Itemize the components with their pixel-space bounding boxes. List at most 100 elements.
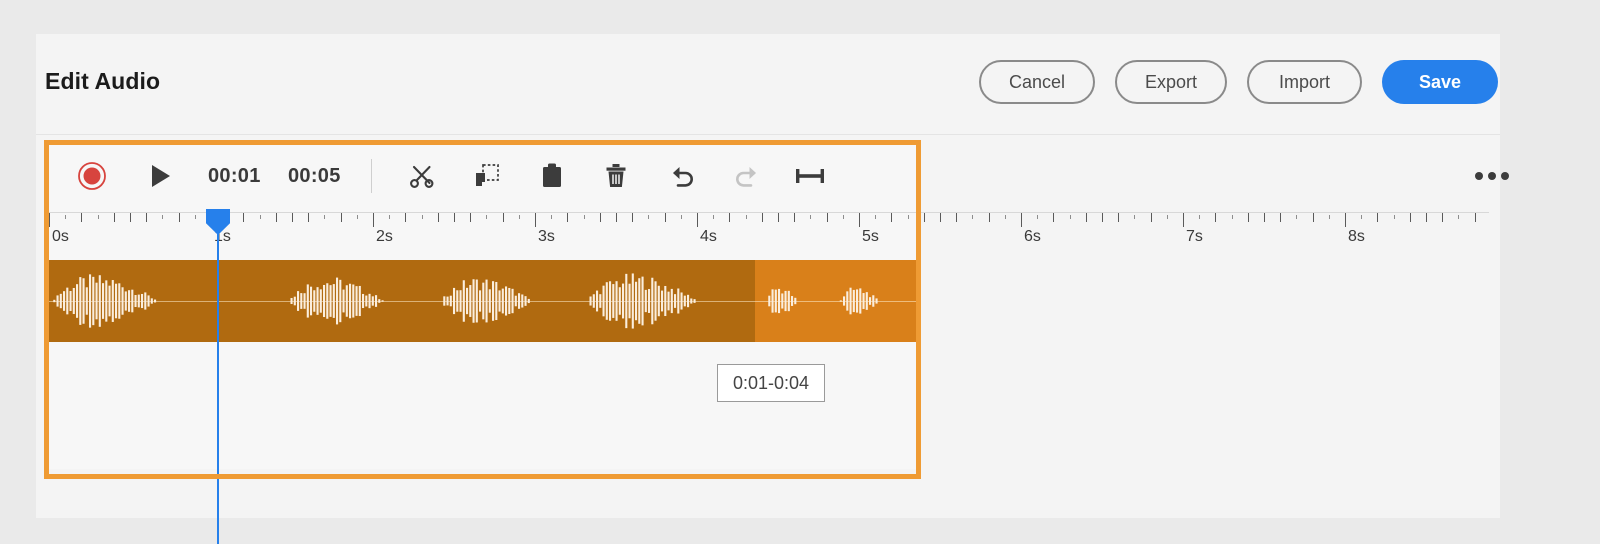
ruler-tick-major <box>1021 213 1022 227</box>
time-ruler[interactable]: 0s 1s 2s 3s 4s 5s 6s 7s 8s <box>49 212 1489 259</box>
ruler-tick-minor <box>340 213 342 222</box>
audio-editor: 00:01 00:05 0s 1s 2s 3s 4s 5s 6s 7s 8s 0… <box>36 135 1509 544</box>
toolbar-divider <box>371 159 372 193</box>
ruler-tick-minor <box>1458 215 1460 219</box>
cut-button[interactable] <box>401 140 443 212</box>
audio-clip[interactable] <box>49 260 921 342</box>
ruler-label: 5s <box>862 228 879 245</box>
scissors-icon <box>410 165 434 188</box>
current-time-label: 00:01 <box>208 164 261 187</box>
total-time-label: 00:05 <box>288 164 341 187</box>
ruler-tick-minor <box>1280 213 1282 222</box>
ruler-tick-minor <box>1247 213 1249 222</box>
ruler-label: 6s <box>1024 228 1041 245</box>
play-icon <box>152 165 170 187</box>
ruler-label: 0s <box>52 228 69 245</box>
editor-toolbar: 00:01 00:05 <box>49 140 1509 212</box>
ruler-tick-minor <box>1118 213 1120 222</box>
delete-button[interactable] <box>595 140 637 212</box>
waveform-graphic <box>53 273 878 329</box>
ruler-tick-minor <box>972 215 974 219</box>
ruler-tick-minor <box>178 213 180 222</box>
more-button[interactable] <box>1471 140 1513 212</box>
ruler-tick-minor <box>567 213 569 222</box>
selection-range-tooltip: 0:01-0:04 <box>717 364 825 402</box>
ruler-tick-minor <box>405 213 407 222</box>
ruler-tick-minor <box>956 213 958 222</box>
ruler-tick-minor <box>842 215 844 219</box>
ruler-label: 4s <box>700 228 717 245</box>
ruler-tick-minor <box>1361 215 1363 219</box>
ruler-tick-minor <box>146 213 148 222</box>
ruler-tick-minor <box>1037 215 1039 219</box>
ruler-tick-minor <box>97 215 99 219</box>
ruler-tick-minor <box>632 213 634 222</box>
ruler-tick-minor <box>1296 215 1298 219</box>
ruler-tick-minor <box>1085 213 1087 222</box>
ruler-tick-minor <box>794 213 796 222</box>
ruler-tick-minor <box>113 213 115 222</box>
ruler-tick-minor <box>1069 215 1071 219</box>
ruler-tick-minor <box>1409 213 1411 222</box>
ruler-tick-minor <box>292 213 293 222</box>
ruler-tick-minor <box>778 213 779 222</box>
ruler-tick-minor <box>1393 215 1395 219</box>
ruler-tick-minor <box>826 213 828 222</box>
export-button[interactable]: Export <box>1115 60 1227 104</box>
redo-icon <box>736 167 756 187</box>
ruler-tick-minor <box>891 213 893 222</box>
ruler-tick-minor <box>1426 213 1427 222</box>
ruler-tick-minor <box>454 213 455 222</box>
trash-icon <box>606 164 626 187</box>
ruler-tick-minor <box>502 213 504 222</box>
ruler-tick-minor <box>243 213 245 222</box>
ruler-tick-minor <box>1004 215 1006 219</box>
ruler-tick-minor <box>324 215 326 219</box>
waveform-track[interactable] <box>49 260 1489 342</box>
ruler-tick-minor <box>1134 215 1136 219</box>
panel-header: Edit Audio Cancel Export Import Save <box>36 34 1500 135</box>
undo-button[interactable] <box>660 140 704 212</box>
ruler-tick-minor <box>1199 215 1201 219</box>
ruler-tick-minor <box>486 215 488 219</box>
cancel-button[interactable]: Cancel <box>979 60 1095 104</box>
ruler-tick-major <box>1183 213 1184 227</box>
ruler-tick-major <box>49 213 50 227</box>
ruler-tick-minor <box>518 215 520 219</box>
ruler-tick-major <box>1345 213 1346 227</box>
ruler-tick-minor <box>1150 213 1152 222</box>
header-actions: Cancel Export Import Save <box>979 60 1498 104</box>
range-button[interactable] <box>787 140 833 212</box>
ruler-tick-minor <box>713 215 715 219</box>
ruler-tick-minor <box>988 213 990 222</box>
ruler-tick-minor <box>680 215 682 219</box>
save-button[interactable]: Save <box>1382 60 1498 104</box>
ruler-tick-minor <box>1166 215 1168 219</box>
import-button[interactable]: Import <box>1247 60 1362 104</box>
paste-button[interactable] <box>531 140 573 212</box>
ruler-tick-minor <box>1328 215 1330 219</box>
edit-audio-panel: Edit Audio Cancel Export Import Save 00:… <box>36 34 1509 544</box>
playhead[interactable] <box>206 209 230 544</box>
record-icon <box>78 162 106 190</box>
ruler-tick-minor <box>259 215 261 219</box>
ruler-tick-minor <box>1264 213 1265 222</box>
ruler-tick-major <box>859 213 860 227</box>
ruler-tick-minor <box>1377 213 1379 222</box>
ruler-tick-minor <box>162 215 164 219</box>
record-button[interactable] <box>71 140 113 212</box>
play-button[interactable] <box>143 140 179 212</box>
ruler-tick-minor <box>1231 215 1233 219</box>
redo-button[interactable] <box>725 140 769 212</box>
ruler-tick-minor <box>1053 213 1055 222</box>
ruler-tick-minor <box>65 215 67 219</box>
ruler-tick-minor <box>1312 213 1314 222</box>
ruler-tick-minor <box>599 213 601 222</box>
ruler-tick-minor <box>875 215 877 219</box>
ruler-tick-minor <box>437 213 439 222</box>
copy-button[interactable] <box>466 140 508 212</box>
ruler-tick-minor <box>810 215 812 219</box>
copy-icon <box>476 164 499 186</box>
ruler-tick-minor <box>1474 213 1476 222</box>
ruler-tick-minor <box>81 213 83 222</box>
